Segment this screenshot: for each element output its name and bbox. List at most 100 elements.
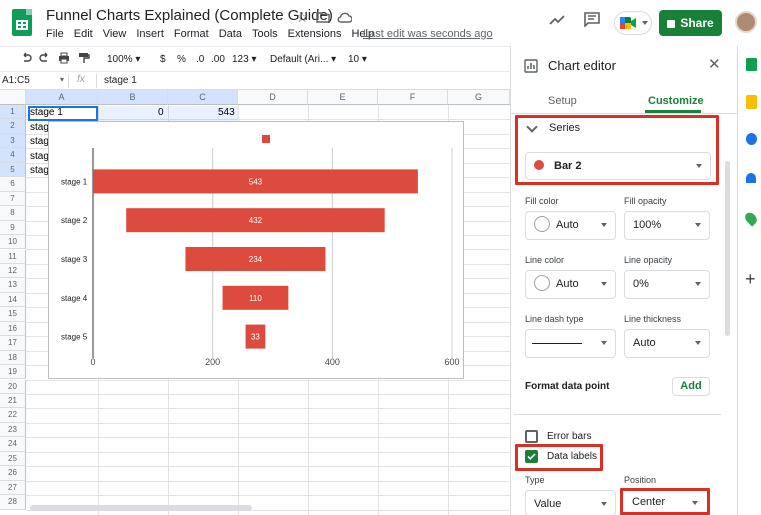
row-header-12[interactable]: 12 <box>0 263 26 279</box>
panel-scrollbar[interactable] <box>725 161 730 336</box>
row-header-1[interactable]: 1 <box>0 105 26 120</box>
row-header-25[interactable]: 25 <box>0 451 26 467</box>
share-button[interactable]: Share <box>659 10 722 36</box>
increase-decimal-button[interactable]: .00 <box>211 54 225 65</box>
menu-item-view[interactable]: View <box>103 28 127 40</box>
move-folder-icon[interactable] <box>316 10 330 26</box>
sheets-logo-icon[interactable] <box>12 9 32 36</box>
close-icon[interactable]: ✕ <box>708 57 721 72</box>
select-all-corner[interactable] <box>0 90 26 105</box>
last-edit-link[interactable]: Last edit was seconds ago <box>363 28 493 40</box>
series-select[interactable]: Bar 2 <box>525 152 711 180</box>
row-header-18[interactable]: 18 <box>0 350 26 366</box>
line-thickness-select[interactable]: Auto <box>624 329 710 358</box>
number-format-select[interactable]: 123 ▾ <box>232 54 257 65</box>
row-header-9[interactable]: 9 <box>0 220 26 235</box>
menu-item-tools[interactable]: Tools <box>252 28 278 40</box>
cell-b1[interactable]: 0 <box>158 106 164 120</box>
menu-item-data[interactable]: Data <box>219 28 242 40</box>
row-header-27[interactable]: 27 <box>0 480 26 496</box>
decrease-decimal-button[interactable]: .0 <box>196 54 204 65</box>
row-header-21[interactable]: 21 <box>0 394 26 409</box>
name-box[interactable]: A1:C5 <box>2 75 30 86</box>
formula-input[interactable]: stage 1 <box>104 75 137 86</box>
cell-a4[interactable]: stag <box>30 150 49 164</box>
paint-format-icon[interactable] <box>78 52 90 67</box>
row-header-4[interactable]: 4 <box>0 148 26 163</box>
calendar-icon[interactable] <box>746 58 757 71</box>
meet-button[interactable] <box>614 11 652 35</box>
currency-button[interactable]: $ <box>160 54 166 65</box>
line-opacity-select[interactable]: 0% <box>624 270 710 299</box>
column-header-f[interactable]: F <box>378 90 448 105</box>
row-header-10[interactable]: 10 <box>0 235 26 250</box>
user-avatar[interactable] <box>735 11 757 33</box>
column-header-b[interactable]: B <box>98 90 168 105</box>
label-position-select[interactable]: Center <box>624 492 706 515</box>
cell-c1[interactable]: 543 <box>218 106 235 120</box>
menu-item-insert[interactable]: Insert <box>136 28 164 40</box>
column-header-d[interactable]: D <box>238 90 308 105</box>
row-header-11[interactable]: 11 <box>0 249 26 264</box>
fill-opacity-select[interactable]: 100% <box>624 211 710 240</box>
tab-customize[interactable]: Customize <box>648 95 704 107</box>
row-header-5[interactable]: 5 <box>0 162 26 178</box>
row-header-15[interactable]: 15 <box>0 307 26 322</box>
row-header-17[interactable]: 17 <box>0 336 26 351</box>
zoom-select[interactable]: 100% ▾ <box>107 54 140 65</box>
undo-icon[interactable] <box>20 52 32 67</box>
funnel-chart[interactable]: 0 200 400 600 543 stage 1 432 stage 2 234 stage 3… <box>48 121 464 379</box>
data-labels-checkbox[interactable] <box>525 450 538 463</box>
row-header-13[interactable]: 13 <box>0 278 26 293</box>
cloud-status-icon[interactable] <box>337 10 353 26</box>
row-header-19[interactable]: 19 <box>0 365 26 380</box>
contacts-icon[interactable] <box>746 173 756 183</box>
row-header-20[interactable]: 20 <box>0 379 26 394</box>
tab-setup[interactable]: Setup <box>548 95 577 107</box>
row-header-8[interactable]: 8 <box>0 206 26 221</box>
tasks-icon[interactable] <box>746 133 757 145</box>
row-header-14[interactable]: 14 <box>0 292 26 308</box>
cell-a2[interactable]: stag <box>30 121 49 135</box>
error-bars-checkbox[interactable] <box>525 430 538 443</box>
add-addon-icon[interactable]: + <box>745 270 756 288</box>
row-header-2[interactable]: 2 <box>0 119 26 134</box>
fill-color-select[interactable]: Auto <box>525 211 616 240</box>
menu-item-format[interactable]: Format <box>174 28 209 40</box>
font-size-select[interactable]: 10 ▾ <box>348 54 367 65</box>
cell-a3[interactable]: stag <box>30 135 49 149</box>
column-header-g[interactable]: G <box>448 90 510 105</box>
line-color-select[interactable]: Auto <box>525 270 616 299</box>
redo-icon[interactable] <box>39 52 51 67</box>
add-button[interactable]: Add <box>672 377 710 396</box>
star-icon[interactable]: ☆ <box>296 9 309 26</box>
document-title[interactable]: Funnel Charts Explained (Complete Guide) <box>46 7 333 24</box>
row-header-3[interactable]: 3 <box>0 133 26 149</box>
row-header-24[interactable]: 24 <box>0 437 26 452</box>
menu-item-edit[interactable]: Edit <box>74 28 93 40</box>
label-type-select[interactable]: Value <box>525 490 616 515</box>
maps-icon[interactable] <box>742 210 760 227</box>
row-header-28[interactable]: 28 <box>0 495 26 510</box>
name-box-dropdown-icon[interactable]: ▾ <box>60 75 64 84</box>
percent-button[interactable]: % <box>177 54 186 65</box>
activity-trend-icon[interactable] <box>549 13 565 31</box>
line-dash-select[interactable] <box>525 329 616 358</box>
row-header-23[interactable]: 23 <box>0 422 26 438</box>
row-header-6[interactable]: 6 <box>0 177 26 192</box>
row-header-7[interactable]: 7 <box>0 191 26 207</box>
column-header-c[interactable]: C <box>168 90 238 105</box>
keep-icon[interactable] <box>746 95 757 109</box>
comments-icon[interactable] <box>584 12 600 32</box>
font-select[interactable]: Default (Ari... ▾ <box>270 54 336 65</box>
print-icon[interactable] <box>58 52 70 67</box>
column-header-a[interactable]: A <box>26 90 98 105</box>
cell-a1[interactable]: stage 1 <box>30 106 63 120</box>
row-header-22[interactable]: 22 <box>0 408 26 423</box>
row-header-26[interactable]: 26 <box>0 466 26 481</box>
row-header-16[interactable]: 16 <box>0 321 26 337</box>
menu-item-file[interactable]: File <box>46 28 64 40</box>
horizontal-scrollbar[interactable] <box>30 505 252 511</box>
column-header-e[interactable]: E <box>308 90 378 105</box>
cell-a5[interactable]: stag <box>30 164 49 178</box>
